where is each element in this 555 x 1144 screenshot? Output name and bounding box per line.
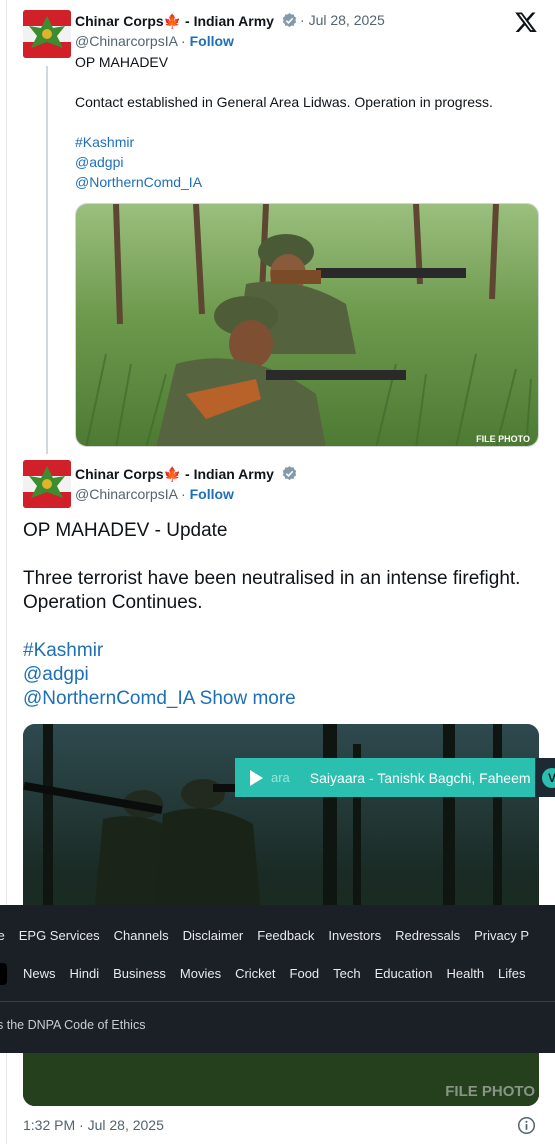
tweet-text: OP MAHADEV Contact established in Genera… xyxy=(75,52,535,192)
author-name[interactable]: Chinar Corps🍁 - Indian Army xyxy=(75,465,298,483)
author-name[interactable]: Chinar Corps🍁 - Indian Army xyxy=(75,12,298,30)
tweet-text: OP MAHADEV - Update Three terrorist have… xyxy=(23,519,523,711)
x-logo-icon[interactable] xyxy=(514,10,538,34)
tweet-spacer xyxy=(23,615,523,639)
tweet-spacer xyxy=(23,543,523,567)
player-track-title: Saiyaara - Tanishk Bagchi, Faheem xyxy=(309,769,531,786)
footer-link[interactable]: Feedback xyxy=(257,928,314,943)
author-suffix: - Indian Army xyxy=(181,13,274,29)
tweet-line xyxy=(75,112,535,132)
info-icon[interactable] xyxy=(517,1116,536,1135)
footer-link[interactable]: Channels xyxy=(114,928,169,943)
footer-scroll-pill[interactable] xyxy=(0,963,7,985)
site-footer: se EPG Services Channels Disclaimer Feed… xyxy=(0,905,555,1053)
footer-category-link[interactable]: Lifes xyxy=(498,966,525,981)
footer-link[interactable]: Redressals xyxy=(395,928,460,943)
mention-link[interactable]: @adgpi xyxy=(23,663,523,687)
author-suffix: - Indian Army xyxy=(181,466,274,482)
footer-link[interactable]: Investors xyxy=(328,928,381,943)
tweet-line: Three terrorist have been neutralised in… xyxy=(23,568,521,613)
mention-link[interactable]: @NorthernComd_IA xyxy=(75,172,535,192)
mention-link[interactable]: @adgpi xyxy=(75,152,535,172)
tweet-date-text: Jul 28, 2025 xyxy=(308,12,385,28)
author-name-text: Chinar Corps xyxy=(75,13,164,29)
player-marquee-ghost: ara xyxy=(271,770,290,785)
footer-category-row: News Hindi Business Movies Cricket Food … xyxy=(23,966,540,981)
footer-links-row: se EPG Services Channels Disclaimer Feed… xyxy=(0,928,543,943)
footer-ethics-text: s the DNPA Code of Ethics xyxy=(0,1018,146,1032)
player-badge-icon: V xyxy=(542,768,555,788)
footer-link[interactable]: Privacy P xyxy=(474,928,529,943)
avatar[interactable] xyxy=(23,10,71,58)
hashtag-link[interactable]: #Kashmir xyxy=(23,639,523,663)
footer-divider xyxy=(0,1001,555,1002)
footer-link[interactable]: Disclaimer xyxy=(183,928,244,943)
tweet-line: Contact established in General Area Lidw… xyxy=(75,94,493,110)
follow-button[interactable]: Follow xyxy=(190,33,234,49)
maple-leaf-icon: 🍁 xyxy=(163,13,182,29)
follow-button[interactable]: Follow xyxy=(190,486,234,502)
author-name-text: Chinar Corps xyxy=(75,466,164,482)
footer-link[interactable]: EPG Services xyxy=(19,928,100,943)
tweet-photo[interactable]: FILE PHOTO xyxy=(75,203,539,447)
maple-leaf-icon: 🍁 xyxy=(163,466,182,482)
tweet-timestamp[interactable]: 1:32 PM · Jul 28, 2025 xyxy=(23,1117,164,1133)
tweet-line: OP MAHADEV - Update xyxy=(23,520,228,541)
footer-category-link[interactable]: Education xyxy=(375,966,433,981)
footer-category-link[interactable]: Business xyxy=(113,966,166,981)
music-player[interactable]: ara Saiyaara - Tanishk Bagchi, Faheem xyxy=(235,758,535,797)
mention-link[interactable]: @NorthernComd_IA xyxy=(23,688,194,709)
footer-category-link[interactable]: Food xyxy=(290,966,320,981)
tweet-date[interactable]: · Jul 28, 2025 xyxy=(300,12,385,28)
footer-category-link[interactable]: Movies xyxy=(180,966,221,981)
player-side-panel[interactable]: V xyxy=(536,758,555,797)
file-photo-label: FILE PHOTO xyxy=(476,434,530,444)
show-more-link[interactable]: Show more xyxy=(200,688,296,709)
author-handle[interactable]: @ChinarcorpsIA xyxy=(75,33,177,49)
author-handle-row: @ChinarcorpsIA · Follow xyxy=(75,33,234,49)
footer-link[interactable]: se xyxy=(0,928,5,943)
verified-badge-icon xyxy=(282,466,297,481)
footer-category-link[interactable]: Health xyxy=(446,966,484,981)
footer-category-link[interactable]: Cricket xyxy=(235,966,275,981)
footer-category-link[interactable]: News xyxy=(23,966,56,981)
play-icon[interactable] xyxy=(247,769,265,787)
tweet-line: OP MAHADEV xyxy=(75,54,169,70)
thread-line xyxy=(46,66,48,454)
footer-category-link[interactable]: Hindi xyxy=(70,966,100,981)
tweet-line xyxy=(75,72,535,92)
verified-badge-icon xyxy=(282,13,297,28)
author-handle[interactable]: @ChinarcorpsIA xyxy=(75,486,177,502)
footer-category-link[interactable]: Tech xyxy=(333,966,360,981)
file-photo-label: FILE PHOTO xyxy=(445,1083,535,1100)
hashtag-link[interactable]: #Kashmir xyxy=(75,132,535,152)
avatar[interactable] xyxy=(23,460,71,508)
author-handle-row: @ChinarcorpsIA · Follow xyxy=(75,486,234,502)
